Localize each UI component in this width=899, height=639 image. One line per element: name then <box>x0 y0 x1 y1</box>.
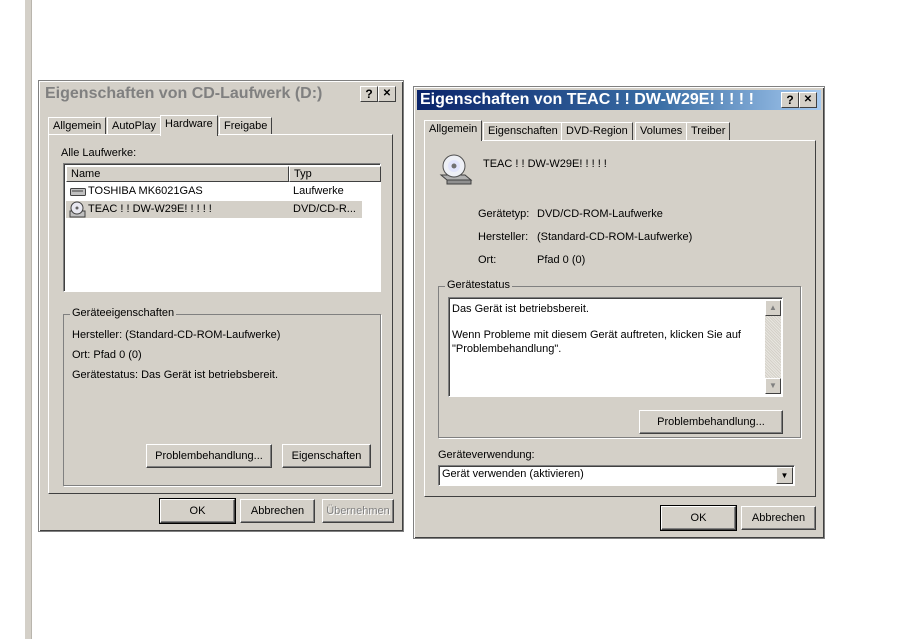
status-line-3: "Problembehandlung". <box>452 343 562 355</box>
properties-button[interactable]: Eigenschaften <box>282 444 371 468</box>
list-item[interactable]: TOSHIBA MK6021GAS Laufwerke <box>66 183 364 200</box>
tab-hardware[interactable]: Hardware <box>160 115 218 136</box>
tab-autoplay[interactable]: AutoPlay <box>107 117 162 135</box>
device-usage-value: Gerät verwenden (aktivieren) <box>442 468 584 480</box>
scroll-up-button[interactable]: ▲ <box>765 300 781 316</box>
list-item-selected[interactable]: TEAC ! ! DW-W29E! ! ! ! ! DVD/CD-R... <box>66 201 362 218</box>
tab-allgemein[interactable]: Allgemein <box>48 117 107 135</box>
device-type-value: DVD/CD-ROM-Laufwerke <box>537 208 663 220</box>
tab-strip: Allgemein Eigenschaften DVD-Region Volum… <box>424 120 814 141</box>
location-text: Ort: Pfad 0 (0) <box>72 349 142 361</box>
apply-button[interactable]: Übernehmen <box>322 499 394 523</box>
device-type-label: Gerätetyp: <box>478 208 530 220</box>
manufacturer-text: Hersteller: (Standard-CD-ROM-Laufwerke) <box>72 329 281 341</box>
title-bar[interactable]: Eigenschaften von CD-Laufwerk (D:) ? ✕ <box>42 84 400 104</box>
tab-dvd-region[interactable]: DVD-Region <box>561 122 633 140</box>
help-button[interactable]: ? <box>360 86 378 102</box>
device-status-group: Gerätestatus Das Gerät ist betriebsberei… <box>438 279 801 438</box>
tab-strip: Allgemein AutoPlay Hardware Freigabe <box>48 115 388 136</box>
device-status-label: Gerätestatus <box>445 279 512 291</box>
tab-freigabe[interactable]: Freigabe <box>219 117 273 135</box>
scroll-down-button[interactable]: ▼ <box>765 378 781 394</box>
title-bar[interactable]: Eigenschaften von TEAC ! ! DW-W29E! ! ! … <box>417 90 821 110</box>
location-value: Pfad 0 (0) <box>537 254 586 266</box>
dialog-title: Eigenschaften von TEAC ! ! DW-W29E! ! ! … <box>420 91 754 108</box>
tab-volumes[interactable]: Volumes <box>635 122 688 140</box>
help-button[interactable]: ? <box>781 92 799 108</box>
all-drives-label: Alle Laufwerke: <box>61 147 137 159</box>
device-usage-label: Geräteverwendung: <box>438 449 535 461</box>
close-button[interactable]: ✕ <box>799 92 817 108</box>
column-header-type[interactable]: Typ <box>289 166 381 182</box>
cd-drive-icon <box>69 201 87 224</box>
chevron-down-icon[interactable]: ▼ <box>776 467 793 484</box>
manufacturer-value: (Standard-CD-ROM-Laufwerke) <box>537 231 693 243</box>
drive-type: DVD/CD-R... <box>293 203 356 215</box>
cd-drive-properties-dialog: Eigenschaften von CD-Laufwerk (D:) ? ✕ A… <box>38 80 404 532</box>
location-label: Ort: <box>478 254 497 266</box>
tab-treiber[interactable]: Treiber <box>686 122 731 140</box>
cancel-button[interactable]: Abbrechen <box>741 506 816 530</box>
ok-button[interactable]: OK <box>660 505 737 531</box>
status-scrollbar[interactable]: ▲ ▼ <box>765 300 781 394</box>
drives-list[interactable]: Name Typ TOSHIBA MK6021GAS Laufwerke TEA… <box>63 163 381 292</box>
dialog-title: Eigenschaften von CD-Laufwerk (D:) <box>45 85 323 102</box>
close-button[interactable]: ✕ <box>378 86 396 102</box>
cancel-button[interactable]: Abbrechen <box>240 499 315 523</box>
cd-drive-icon <box>439 153 473 190</box>
column-header-name[interactable]: Name <box>66 166 289 182</box>
status-line-2: Wenn Probleme mit diesem Gerät auftreten… <box>452 329 741 341</box>
status-line-1: Das Gerät ist betriebsbereit. <box>452 303 589 315</box>
troubleshoot-button[interactable]: Problembehandlung... <box>639 410 783 434</box>
drive-name: TEAC ! ! DW-W29E! ! ! ! ! <box>88 203 212 215</box>
device-usage-select[interactable]: Gerät verwenden (aktivieren) ▼ <box>438 465 795 486</box>
hardware-tab-panel: Alle Laufwerke: Name Typ TOSHIBA MK6021G… <box>48 134 393 494</box>
drive-type: Laufwerke <box>293 185 344 197</box>
desktop-left-edge <box>25 0 32 639</box>
device-properties-label: Geräteeigenschaften <box>70 307 177 319</box>
teac-drive-properties-dialog: Eigenschaften von TEAC ! ! DW-W29E! ! ! … <box>413 86 825 539</box>
device-name: TEAC ! ! DW-W29E! ! ! ! ! <box>483 158 607 170</box>
manufacturer-label: Hersteller: <box>478 231 529 243</box>
tab-eigenschaften[interactable]: Eigenschaften <box>483 122 563 140</box>
tab-allgemein[interactable]: Allgemein <box>424 120 483 141</box>
status-textbox[interactable]: Das Gerät ist betriebsbereit. Wenn Probl… <box>448 297 783 397</box>
ok-button[interactable]: OK <box>159 498 236 524</box>
troubleshoot-button[interactable]: Problembehandlung... <box>146 444 272 468</box>
status-text: Gerätestatus: Das Gerät ist betriebsbere… <box>72 369 279 381</box>
general-tab-panel: TEAC ! ! DW-W29E! ! ! ! ! Gerätetyp: DVD… <box>424 140 816 497</box>
drive-name: TOSHIBA MK6021GAS <box>88 185 203 197</box>
